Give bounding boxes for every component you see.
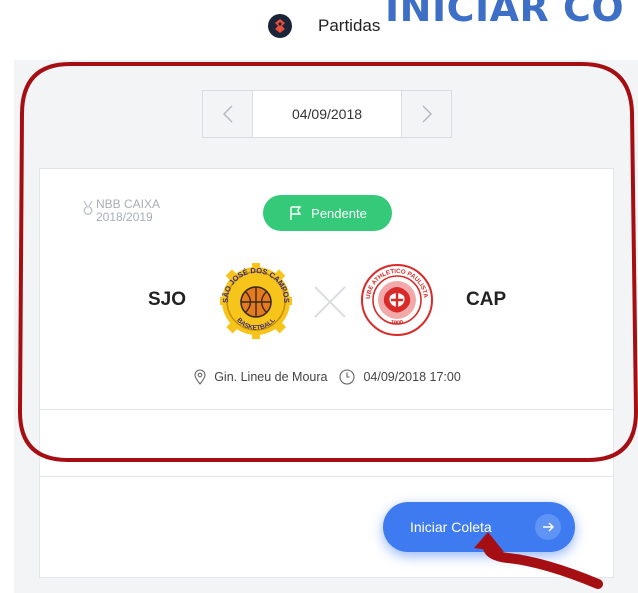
date-prev-button[interactable]	[203, 91, 253, 137]
away-team-code: CAP	[466, 289, 507, 310]
home-team-code: SJO	[148, 289, 187, 310]
home-team-logo: SÃO JOSÉ DOS CAMPOS BASKETBALL	[220, 263, 292, 339]
venue-name: Gin. Lineu de Moura	[214, 370, 328, 384]
svg-text:1900: 1900	[390, 320, 405, 327]
league-info: NBB CAIXA 2018/2019	[83, 198, 160, 224]
date-next-button[interactable]	[401, 91, 451, 137]
arrow-right-icon	[535, 514, 561, 540]
page-title: Partidas	[318, 16, 381, 35]
top-header: Partidas	[0, 0, 638, 52]
start-collection-label: Iniciar Coleta	[410, 519, 492, 535]
location-pin-icon	[194, 369, 206, 385]
selected-date[interactable]: 04/09/2018	[253, 91, 401, 137]
away-team-logo: CLUBE ATHLETICO PAULISTANO 1900	[360, 263, 433, 336]
start-collection-button[interactable]: Iniciar Coleta	[383, 502, 575, 552]
clock-icon	[339, 369, 356, 385]
flag-icon	[290, 206, 302, 220]
status-label: Pendente	[311, 205, 367, 221]
chevron-left-icon	[222, 105, 232, 123]
divider	[40, 476, 613, 477]
match-card[interactable]: NBB CAIXA 2018/2019 Pendente SJO SÃO JOS…	[39, 168, 614, 578]
medal-icon	[83, 200, 93, 215]
app-logo-icon	[268, 14, 292, 38]
status-badge: Pendente	[263, 195, 392, 231]
match-datetime: 04/09/2018 17:00	[363, 370, 461, 384]
versus-icon	[314, 286, 346, 318]
away-logo-subtext: 1900	[390, 320, 405, 327]
league-season: 2018/2019	[96, 210, 153, 224]
match-details: Gin. Lineu de Moura 04/09/2018 17:00	[40, 369, 615, 385]
divider	[40, 409, 613, 410]
chevron-right-icon	[422, 105, 432, 123]
date-navigator: 04/09/2018	[202, 90, 452, 138]
